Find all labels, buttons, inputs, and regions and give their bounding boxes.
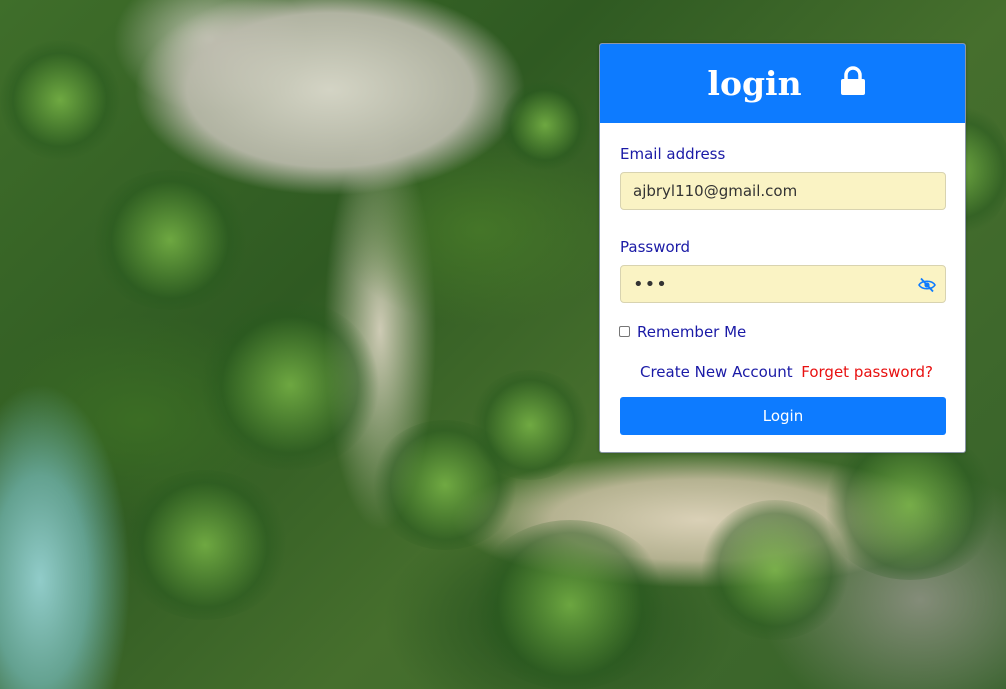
login-card-header: login — [600, 44, 965, 123]
forgot-password-link[interactable]: Forget password? — [801, 363, 933, 381]
login-title: login — [707, 64, 802, 103]
email-label: Email address — [620, 145, 726, 163]
remember-me-label[interactable]: Remember Me — [637, 323, 746, 341]
remember-me-checkbox[interactable] — [619, 325, 630, 337]
login-form: Email address Password ••• R — [600, 123, 965, 435]
lock-icon — [840, 65, 866, 96]
email-input[interactable] — [633, 182, 933, 200]
login-card: login Email address Password ••• — [599, 43, 966, 453]
account-links: Create New Account Forget password? — [620, 363, 945, 381]
eye-slash-icon[interactable] — [918, 277, 936, 293]
login-page: login Email address Password ••• — [0, 0, 1006, 689]
password-label: Password — [620, 238, 691, 256]
create-account-link[interactable]: Create New Account — [640, 363, 793, 381]
email-field[interactable] — [620, 172, 946, 210]
password-input[interactable]: ••• — [633, 274, 668, 295]
login-button[interactable]: Login — [620, 397, 946, 435]
password-field[interactable]: ••• — [620, 265, 946, 303]
remember-me-row[interactable]: Remember Me — [619, 323, 945, 341]
